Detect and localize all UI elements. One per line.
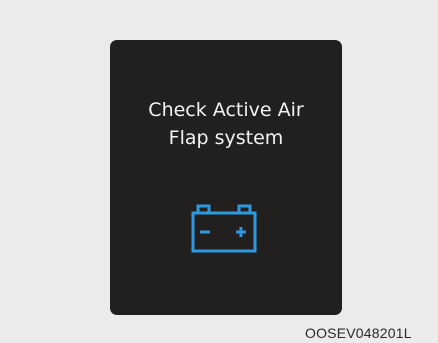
warning-display-panel: Check Active Air Flap system bbox=[110, 40, 342, 315]
warning-message: Check Active Air Flap system bbox=[110, 96, 342, 152]
battery-icon bbox=[191, 204, 257, 253]
figure-code: OOSEV048201L bbox=[305, 325, 412, 341]
warning-message-line-2: Flap system bbox=[168, 127, 284, 149]
warning-message-line-1: Check Active Air bbox=[148, 99, 304, 121]
